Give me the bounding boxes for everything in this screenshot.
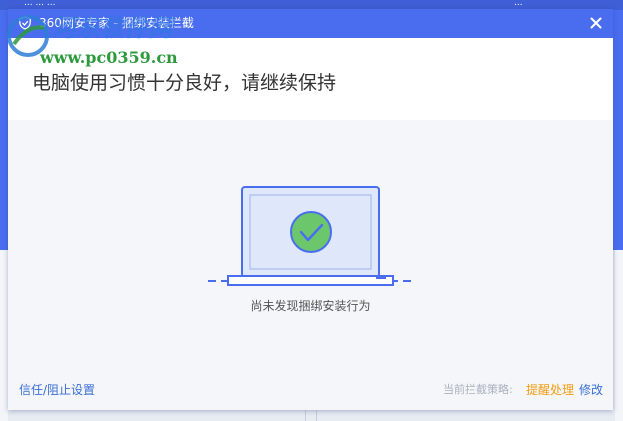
background-app-column-right bbox=[615, 250, 623, 421]
dialog-footer: 信任/阻止设置 当前拦截策略: 提醒处理 修改 bbox=[8, 368, 613, 410]
background-app-menu: ... bbox=[514, 0, 523, 8]
dialog-content: 尚未发现捆绑安装行为 bbox=[8, 120, 613, 368]
background-app-divider bbox=[305, 410, 306, 421]
bundle-install-intercept-dialog: 360网安专家 - 捆绑安装拦截 电脑使用习惯十分良好，请继续保持 尚未发现捆绑… bbox=[8, 9, 613, 410]
watermark-brand: 河东软件网 bbox=[52, 14, 172, 42]
scan-status-text: 尚未发现捆绑安装行为 bbox=[250, 299, 371, 313]
watermark-url: www.pc0359.cn bbox=[40, 48, 178, 67]
current-policy-label: 当前拦截策略: bbox=[443, 383, 513, 396]
current-policy-value: 提醒处理 bbox=[526, 383, 575, 397]
background-app-divider bbox=[316, 410, 317, 421]
close-icon[interactable] bbox=[588, 15, 604, 31]
background-app-title: ... ... ... bbox=[24, 0, 56, 8]
background-app-column-left bbox=[0, 250, 8, 421]
laptop-check-icon bbox=[208, 186, 414, 286]
modify-policy-link[interactable]: 修改 bbox=[579, 382, 603, 398]
headline-message: 电脑使用习惯十分良好，请继续保持 bbox=[32, 72, 337, 94]
trust-block-settings-link[interactable]: 信任/阻止设置 bbox=[19, 382, 95, 398]
